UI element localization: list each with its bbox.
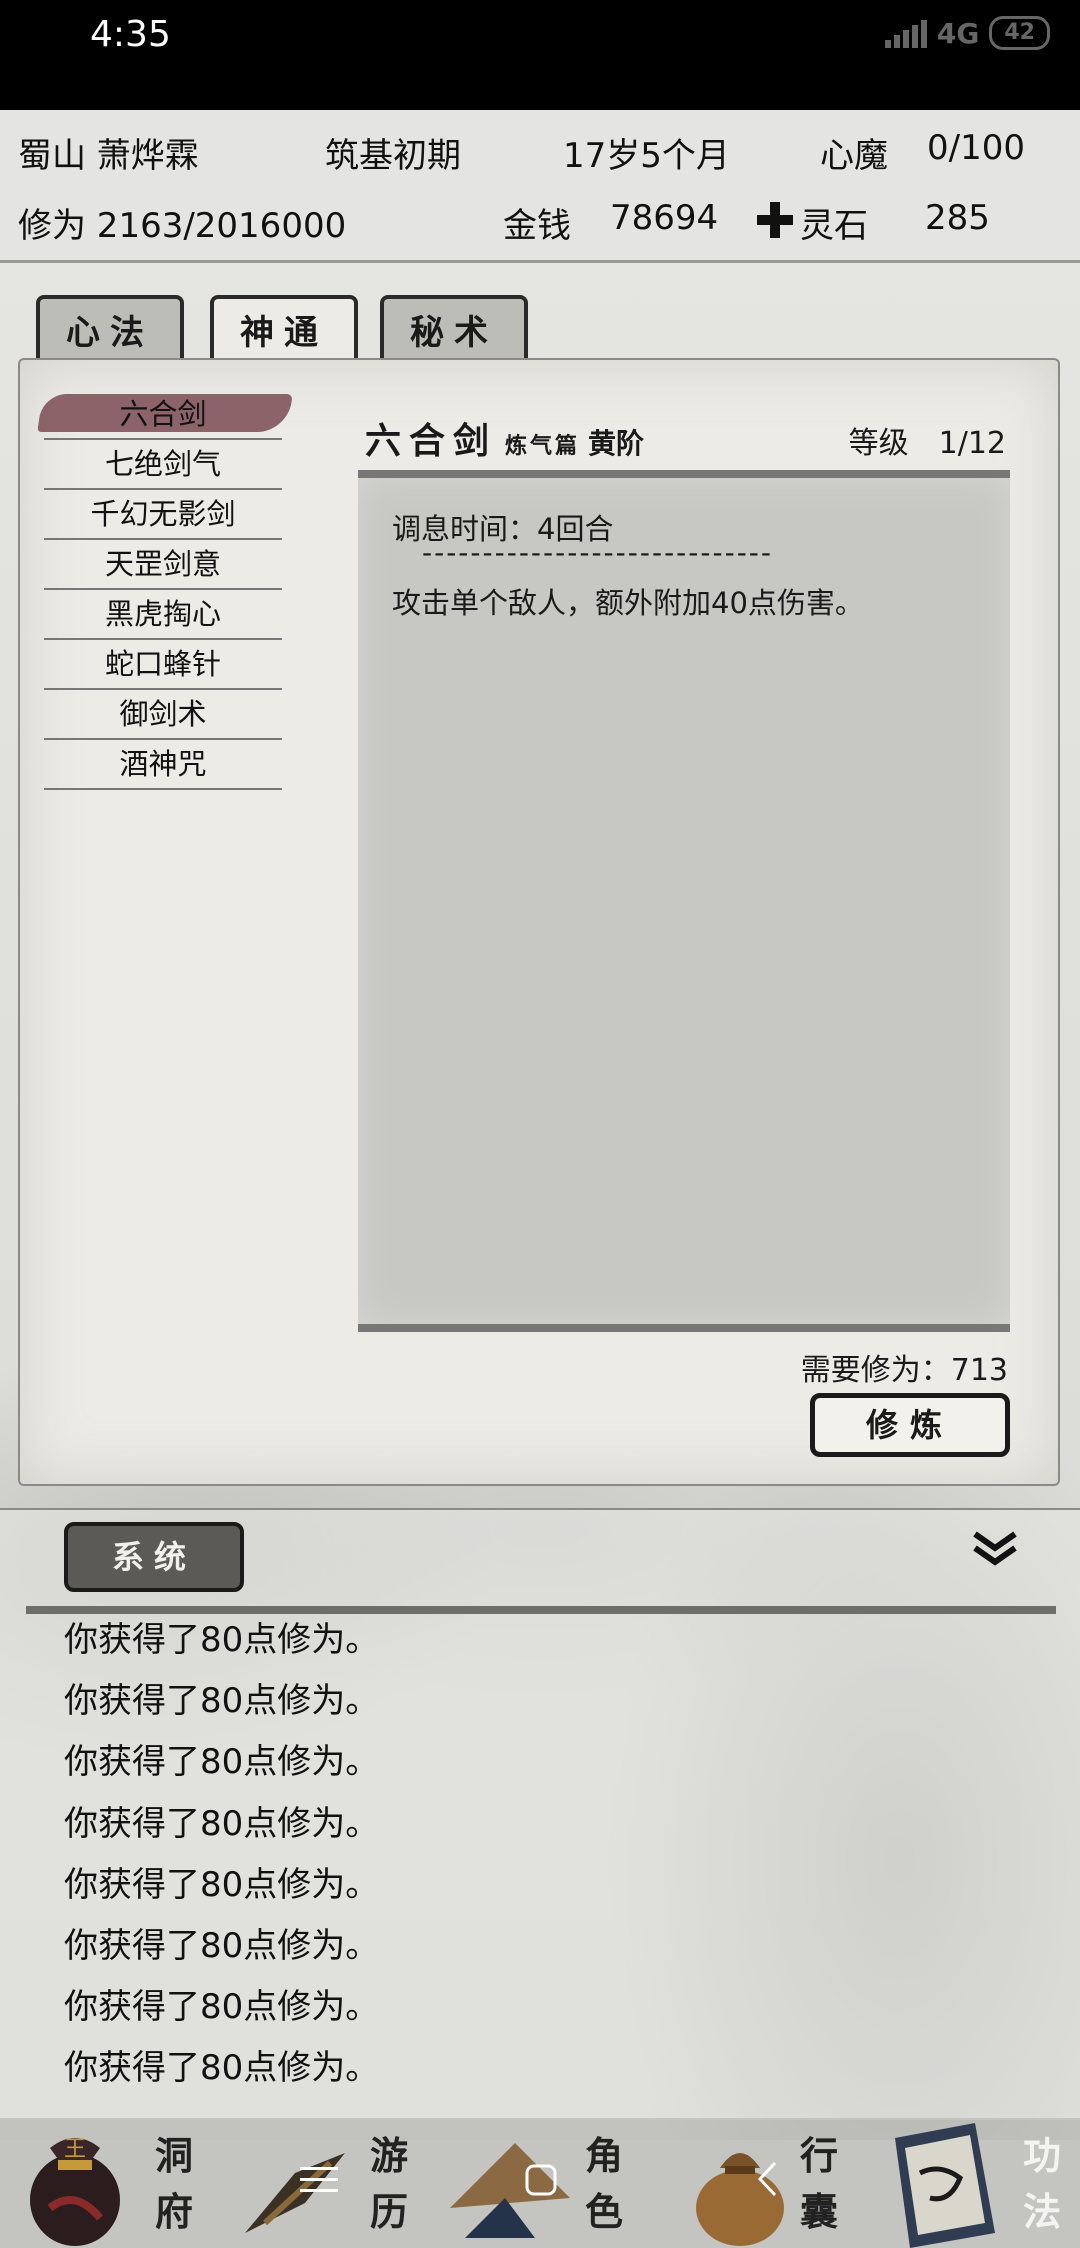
- battery-icon: 42: [989, 16, 1050, 50]
- log-line: 你获得了80点修为。: [64, 1803, 380, 1844]
- log-list[interactable]: 你获得了80点修为。 你获得了80点修为。 你获得了80点修为。 你获得了80点…: [64, 1610, 379, 2100]
- nav-xingnang-label: 行囊: [799, 2133, 838, 2234]
- status-icons: 4G 42: [884, 16, 1050, 50]
- collapse-chevron-icon[interactable]: [970, 1528, 1020, 1568]
- cultivation-progress: 修为 2163/2016000: [18, 206, 347, 246]
- skill-grade: 黄阶: [588, 427, 645, 460]
- scroll-book-icon: [895, 2123, 995, 2248]
- skill-item[interactable]: 天罡剑意: [44, 540, 282, 590]
- nav-gongfa-label: 功法: [1022, 2133, 1061, 2234]
- money-label: 金钱: [503, 206, 571, 246]
- system-log-tab[interactable]: 系统: [64, 1522, 244, 1592]
- skill-name: 六合剑: [365, 420, 498, 462]
- player-name: 蜀山 萧烨霖: [18, 136, 199, 176]
- player-info-bar: 蜀山 萧烨霖 筑基初期 17岁5个月 心魔 0/100 修为 2163/2016…: [0, 110, 1080, 263]
- spirit-stone-value: 285: [925, 198, 990, 238]
- nav-dongfu[interactable]: 王 洞府: [0, 2118, 215, 2248]
- nav-gongfa[interactable]: 功法: [860, 2118, 1080, 2248]
- menu-icon[interactable]: [300, 2165, 338, 2195]
- skill-title: 六合剑 炼气篇 黄阶: [365, 412, 644, 464]
- player-realm: 筑基初期: [325, 136, 461, 176]
- player-age: 17岁5个月: [563, 136, 730, 176]
- pouch-character-icon: 王: [30, 2137, 120, 2246]
- money-value: 78694: [610, 198, 719, 238]
- message-log-panel: 系统 你获得了80点修为。 你获得了80点修为。 你获得了80点修为。 你获得了…: [0, 1508, 1080, 2120]
- skill-effect: 攻击单个敌人，额外附加40点伤害。: [392, 586, 864, 620]
- skill-description-box: 调息时间：4回合 ----------------------------- 攻…: [358, 470, 1010, 1332]
- add-spirit-stone-icon[interactable]: [755, 200, 795, 240]
- skill-item[interactable]: 蛇口蜂针: [44, 640, 282, 690]
- skill-item[interactable]: 御剑术: [44, 690, 282, 740]
- log-line: 你获得了80点修为。: [64, 1681, 380, 1722]
- cultivation-requirement: 需要修为：713: [800, 1353, 1008, 1388]
- signal-icon: [884, 18, 927, 48]
- status-bar: 4:35 4G 42: [0, 0, 1080, 110]
- demon-label: 心魔: [820, 136, 888, 176]
- clock: 4:35: [90, 14, 171, 55]
- skill-list: 六合剑 七绝剑气 千幻无影剑 天罡剑意 黑虎掏心 蛇口蜂针 御剑术 酒神咒: [44, 390, 282, 790]
- nav-juese-label: 角色: [584, 2133, 623, 2234]
- spirit-stone-label: 灵石: [800, 206, 868, 246]
- skill-item[interactable]: 千幻无影剑: [44, 490, 282, 540]
- tab-shentong[interactable]: 神通: [210, 295, 358, 363]
- back-icon[interactable]: [755, 2160, 779, 2198]
- tab-mishu[interactable]: 秘术: [380, 295, 528, 363]
- skill-item[interactable]: 酒神咒: [44, 740, 282, 790]
- train-button[interactable]: 修炼: [810, 1393, 1010, 1457]
- home-icon[interactable]: [524, 2163, 558, 2197]
- log-line: 你获得了80点修为。: [64, 1620, 380, 1660]
- nav-youli-label: 游历: [369, 2133, 408, 2234]
- svg-text:王: 王: [64, 2137, 86, 2162]
- log-line: 你获得了80点修为。: [64, 1987, 380, 2028]
- separator: -----------------------------: [422, 536, 774, 569]
- skill-chapter: 炼气篇: [505, 434, 581, 459]
- log-line: 你获得了80点修为。: [64, 1864, 380, 1905]
- network-type: 4G: [936, 16, 980, 50]
- nav-dongfu-label: 洞府: [154, 2133, 193, 2234]
- nav-xingnang[interactable]: 行囊: [645, 2118, 860, 2248]
- log-line: 你获得了80点修为。: [64, 1742, 380, 1783]
- log-line: 你获得了80点修为。: [64, 1925, 380, 1966]
- tab-xinfa[interactable]: 心法: [36, 295, 184, 363]
- skill-panel: 六合剑 七绝剑气 千幻无影剑 天罡剑意 黑虎掏心 蛇口蜂针 御剑术 酒神咒 六合…: [18, 358, 1060, 1486]
- skill-item-selected[interactable]: 六合剑: [44, 390, 282, 440]
- skill-item[interactable]: 七绝剑气: [44, 440, 282, 490]
- skill-level: 等级 1/12: [848, 426, 1006, 461]
- log-line: 你获得了80点修为。: [64, 2048, 380, 2089]
- skill-item[interactable]: 黑虎掏心: [44, 590, 282, 640]
- demon-value: 0/100: [927, 128, 1025, 168]
